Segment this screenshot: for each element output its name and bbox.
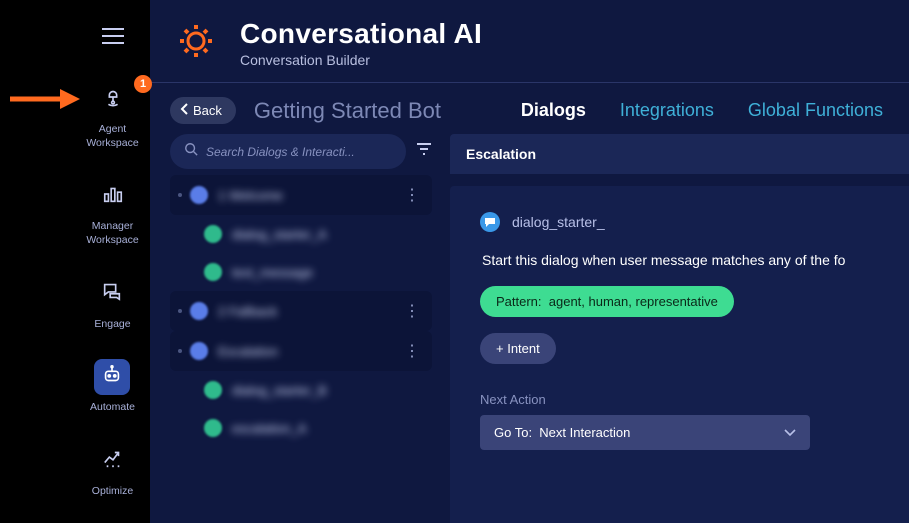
drag-handle-icon[interactable] — [178, 309, 182, 313]
tab-integrations[interactable]: Integrations — [620, 100, 714, 121]
back-button[interactable]: Back — [170, 97, 236, 124]
filter-icon[interactable] — [416, 142, 432, 161]
kebab-menu-icon[interactable]: ⋮ — [400, 185, 424, 205]
dialog-row[interactable]: 2 Fallback ⋮ — [170, 291, 432, 331]
pointer-arrow — [10, 87, 80, 116]
dialog-type-icon — [204, 263, 222, 281]
tab-global-functions[interactable]: Global Functions — [748, 100, 883, 121]
nav-label: Optimize — [92, 485, 133, 499]
toolbar: Back Getting Started Bot Dialogs Integra… — [150, 83, 909, 134]
nav-agent-workspace[interactable]: 1 Agent Workspace — [75, 81, 150, 150]
nav-engage[interactable]: Engage — [94, 276, 130, 332]
canvas: Escalation dialog_starter_ Start this di… — [450, 134, 909, 523]
main-area: Conversational AI Conversation Builder B… — [150, 0, 909, 523]
pattern-label: Pattern: — [496, 294, 542, 309]
drag-handle-icon[interactable] — [178, 193, 182, 197]
tab-nav: Dialogs Integrations Global Functions — [521, 100, 883, 121]
chat-icon — [101, 280, 123, 307]
dialog-type-icon — [204, 225, 222, 243]
dialog-label: 1 Welcome — [218, 188, 283, 203]
dialog-label: dialog_starter_B — [232, 383, 327, 398]
content: 1 Welcome ⋮ dialog_starter_A text_message 2 … — [150, 134, 909, 523]
dialog-row[interactable]: text_message — [170, 253, 432, 291]
headset-icon — [102, 86, 124, 113]
dialog-row[interactable]: dialog_starter_A — [170, 215, 432, 253]
pattern-value: agent, human, representative — [549, 294, 718, 309]
dialog-type-icon — [190, 302, 208, 320]
nav-label: Manager Workspace — [75, 220, 150, 247]
back-label: Back — [193, 103, 222, 118]
nav-label: Engage — [94, 318, 130, 332]
notification-badge: 1 — [134, 75, 152, 93]
dialog-type-icon — [204, 419, 222, 437]
canvas-body: dialog_starter_ Start this dialog when u… — [450, 186, 909, 523]
dialog-row[interactable]: 1 Welcome ⋮ — [170, 175, 432, 215]
nav-label: Automate — [90, 401, 135, 415]
next-action-select[interactable]: Go To: Next Interaction — [480, 415, 810, 450]
add-intent-button[interactable]: + Intent — [480, 333, 556, 364]
hamburger-icon[interactable] — [102, 28, 124, 49]
starter-prompt: Start this dialog when user message matc… — [480, 252, 879, 268]
dialog-label: 2 Fallback — [218, 304, 277, 319]
dialog-type-icon — [204, 381, 222, 399]
dialog-label: Escalation — [218, 344, 278, 359]
pattern-pill[interactable]: Pattern: agent, human, representative — [480, 286, 734, 317]
drag-handle-icon[interactable] — [178, 349, 182, 353]
starter-name: dialog_starter_ — [512, 214, 605, 230]
trend-icon — [102, 447, 124, 474]
bar-chart-icon — [102, 183, 124, 210]
nav-automate[interactable]: Automate — [90, 359, 135, 415]
dialog-row[interactable]: Escalation ⋮ — [170, 331, 432, 371]
search-icon — [184, 142, 198, 161]
bot-name: Getting Started Bot — [254, 98, 441, 124]
chevron-left-icon — [180, 103, 190, 118]
dialog-row[interactable]: dialog_starter_B — [170, 371, 432, 409]
search-box[interactable] — [170, 134, 406, 169]
nav-label: Agent Workspace — [75, 123, 150, 150]
nav-optimize[interactable]: Optimize — [92, 443, 133, 499]
dialog-label: dialog_starter_A — [232, 227, 327, 242]
nav-manager-workspace[interactable]: Manager Workspace — [75, 178, 150, 247]
next-action-prefix: Go To: — [494, 425, 532, 440]
nav-sidebar: 1 Agent Workspace Manager Workspace Enga… — [75, 0, 150, 523]
chevron-down-icon — [784, 425, 796, 440]
app-title: Conversational AI — [240, 18, 482, 50]
app-subtitle: Conversation Builder — [240, 52, 482, 68]
dialog-label: text_message — [232, 265, 313, 280]
kebab-menu-icon[interactable]: ⋮ — [400, 341, 424, 361]
kebab-menu-icon[interactable]: ⋮ — [400, 301, 424, 321]
tab-dialogs[interactable]: Dialogs — [521, 100, 586, 121]
gear-logo-icon — [176, 21, 216, 66]
robot-icon — [101, 364, 123, 391]
canvas-header: Escalation — [450, 134, 909, 174]
next-action-value: Next Interaction — [539, 425, 630, 440]
dialog-type-icon — [190, 186, 208, 204]
dialog-label: escalation_A — [232, 421, 306, 436]
dialog-panel: 1 Welcome ⋮ dialog_starter_A text_message 2 … — [170, 134, 432, 523]
dialog-row[interactable]: escalation_A — [170, 409, 432, 447]
dialog-list: 1 Welcome ⋮ dialog_starter_A text_message 2 … — [170, 175, 432, 523]
search-input[interactable] — [206, 145, 392, 159]
dialog-type-icon — [190, 342, 208, 360]
next-action-label: Next Action — [480, 392, 879, 407]
dialog-starter-icon — [480, 212, 500, 232]
app-header: Conversational AI Conversation Builder — [150, 0, 909, 82]
